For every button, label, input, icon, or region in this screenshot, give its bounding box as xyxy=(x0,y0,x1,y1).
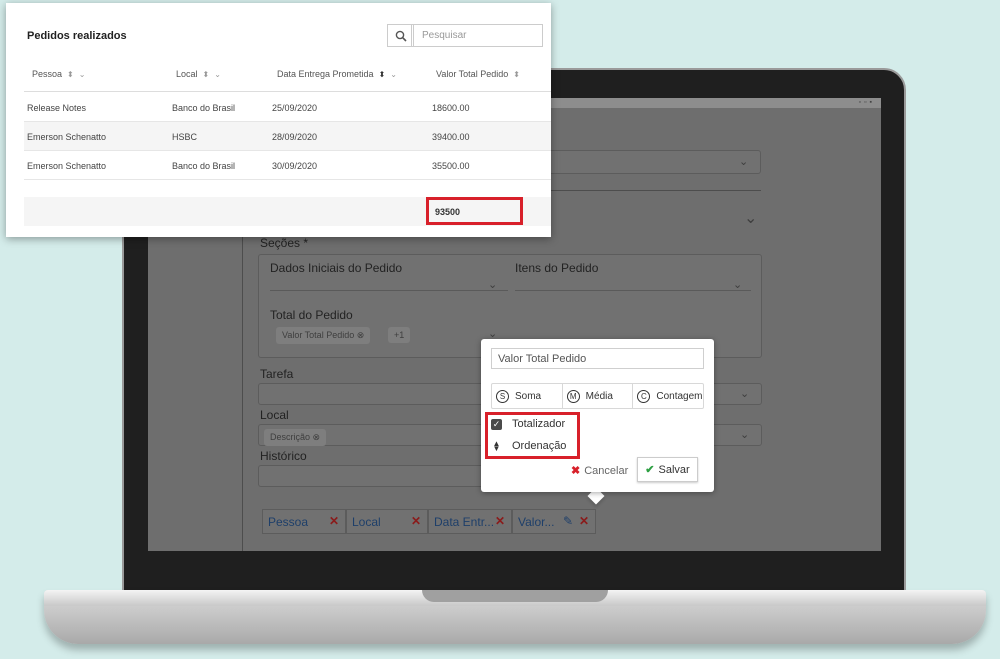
totalizer-option[interactable]: ✓ Totalizador xyxy=(491,418,565,430)
cell-data: 30/09/2020 xyxy=(272,161,318,171)
section-total-label: Total do Pedido xyxy=(270,308,353,322)
cell-local: Banco do Brasil xyxy=(172,103,236,113)
sort-icon[interactable]: ▲ ▼ xyxy=(491,440,502,453)
sort-icon[interactable]: ⬍ xyxy=(379,70,386,79)
column-config-popup: Valor Total Pedido S Soma M Média C Cont… xyxy=(481,339,714,492)
search-icon xyxy=(395,30,407,42)
column-chip-label: Pessoa xyxy=(268,515,309,529)
column-chip-label: Local xyxy=(352,515,381,529)
sum-icon: S xyxy=(496,389,509,403)
chevron-down-icon[interactable]: ⌄ xyxy=(739,155,748,168)
total-chip-label: Valor Total Pedido xyxy=(282,330,355,340)
count-icon: C xyxy=(637,389,651,403)
save-button[interactable]: ✔ Salvar xyxy=(637,457,698,482)
column-header-label: Data Entrega Prometida xyxy=(277,69,374,79)
checkbox-checked-icon[interactable]: ✓ xyxy=(491,418,502,430)
cell-local: HSBC xyxy=(172,132,198,142)
pencil-icon[interactable]: ✎ xyxy=(563,514,573,528)
chevron-down-icon[interactable]: ⌄ xyxy=(214,70,221,79)
cell-valor: 35500.00 xyxy=(432,161,470,171)
count-button[interactable]: C Contagem xyxy=(633,384,703,408)
column-chip-pessoa[interactable]: Pessoa ✕ xyxy=(262,509,346,534)
remove-icon[interactable]: ✕ xyxy=(329,514,339,528)
chevron-down-icon[interactable]: ⌄ xyxy=(390,70,397,79)
chevron-down-icon[interactable]: ⌄ xyxy=(740,387,749,400)
column-header-valor[interactable]: Valor Total Pedido ⬍ xyxy=(436,69,520,79)
total-chip[interactable]: Valor Total Pedido ⊗ xyxy=(276,327,371,344)
more-chip[interactable]: +1 xyxy=(388,327,411,343)
cell-pessoa: Emerson Schenatto xyxy=(27,132,107,142)
window-controls[interactable]: ▫▫▪ xyxy=(859,99,875,106)
column-chip-valor[interactable]: Valor... ✎ ✕ xyxy=(512,509,596,534)
sections-label: Seções * xyxy=(260,236,309,250)
column-header-label: Valor Total Pedido xyxy=(436,69,509,79)
cell-pessoa: Emerson Schenatto xyxy=(27,161,107,171)
sort-icon[interactable]: ⬍ xyxy=(513,70,520,79)
column-header-label: Local xyxy=(176,69,198,79)
column-header-data[interactable]: Data Entrega Prometida ⬍ ⌄ xyxy=(277,69,397,79)
header-divider xyxy=(24,91,551,92)
sum-button[interactable]: S Soma xyxy=(492,384,563,408)
column-header-pessoa[interactable]: Pessoa ⬍ ⌄ xyxy=(32,69,85,79)
count-label: Contagem xyxy=(656,390,703,402)
cell-valor: 39400.00 xyxy=(432,132,470,142)
column-name-input[interactable]: Valor Total Pedido xyxy=(491,348,704,369)
cell-local: Banco do Brasil xyxy=(172,161,236,171)
remove-icon[interactable]: ✕ xyxy=(411,514,421,528)
chevron-down-icon[interactable]: ⌄ xyxy=(740,428,749,441)
table-row[interactable]: Emerson Schenatto Banco do Brasil 30/09/… xyxy=(24,151,551,180)
local-chip[interactable]: Descrição ⊗ xyxy=(264,429,327,446)
local-label: Local xyxy=(260,408,289,422)
laptop-base xyxy=(44,590,986,644)
check-icon: ✔ xyxy=(645,464,655,476)
sum-label: Soma xyxy=(515,390,542,402)
cancel-label: Cancelar xyxy=(584,464,629,477)
search-input[interactable]: Pesquisar xyxy=(411,24,543,47)
orders-panel: Pedidos realizados Pesquisar Pessoa ⬍ ⌄ … xyxy=(6,3,551,237)
sort-icon[interactable]: ⬍ xyxy=(67,70,74,79)
section-itens-label: Itens do Pedido xyxy=(515,261,599,275)
column-header-label: Pessoa xyxy=(32,69,63,79)
laptop-notch xyxy=(422,590,608,602)
ordering-option[interactable]: ▲ ▼ Ordenação xyxy=(491,440,567,453)
totalizer-label: Totalizador xyxy=(512,418,566,430)
divider xyxy=(515,290,751,291)
average-icon: M xyxy=(566,389,580,403)
column-chip-data[interactable]: Data Entr... ✕ xyxy=(428,509,512,534)
historico-label: Histórico xyxy=(260,449,307,463)
chevron-down-icon[interactable]: ⌄ xyxy=(488,278,497,291)
cancel-button[interactable]: ✖ Cancelar xyxy=(571,464,629,478)
cell-data: 28/09/2020 xyxy=(272,132,318,142)
save-label: Salvar xyxy=(658,463,690,476)
aggregation-group: S Soma M Média C Contagem xyxy=(491,383,704,409)
section-dados-label: Dados Iniciais do Pedido xyxy=(270,261,403,275)
cell-data: 25/09/2020 xyxy=(272,103,318,113)
chevron-down-icon[interactable]: ⌄ xyxy=(79,70,86,79)
orders-title: Pedidos realizados xyxy=(27,30,127,42)
remove-icon[interactable]: ✕ xyxy=(495,514,505,528)
divider xyxy=(270,290,508,291)
close-icon: ✖ xyxy=(571,465,581,477)
historico-field[interactable] xyxy=(258,465,486,487)
column-chip-label: Data Entr... xyxy=(434,515,495,529)
search-button[interactable] xyxy=(387,24,414,47)
total-value: 93500 xyxy=(426,197,523,225)
chevron-down-icon[interactable]: ⌄ xyxy=(733,278,742,291)
table-row[interactable]: Release Notes Banco do Brasil 25/09/2020… xyxy=(24,93,551,122)
chevron-down-icon[interactable]: ⌄ xyxy=(744,208,757,228)
cell-pessoa: Release Notes xyxy=(27,103,87,113)
local-chip-label: Descrição xyxy=(270,432,311,442)
table-row[interactable]: Emerson Schenatto HSBC 28/09/2020 39400.… xyxy=(24,122,551,151)
remove-icon[interactable]: ✕ xyxy=(579,514,589,528)
sort-icon[interactable]: ⬍ xyxy=(203,70,210,79)
column-chip-label: Valor... xyxy=(518,515,555,529)
column-chip-local[interactable]: Local ✕ xyxy=(346,509,428,534)
ordering-label: Ordenação xyxy=(512,440,567,452)
column-header-local[interactable]: Local ⬍ ⌄ xyxy=(176,69,221,79)
cell-valor: 18600.00 xyxy=(432,103,470,113)
average-label: Média xyxy=(585,390,613,402)
tarefa-label: Tarefa xyxy=(260,367,294,381)
average-button[interactable]: M Média xyxy=(563,384,634,408)
